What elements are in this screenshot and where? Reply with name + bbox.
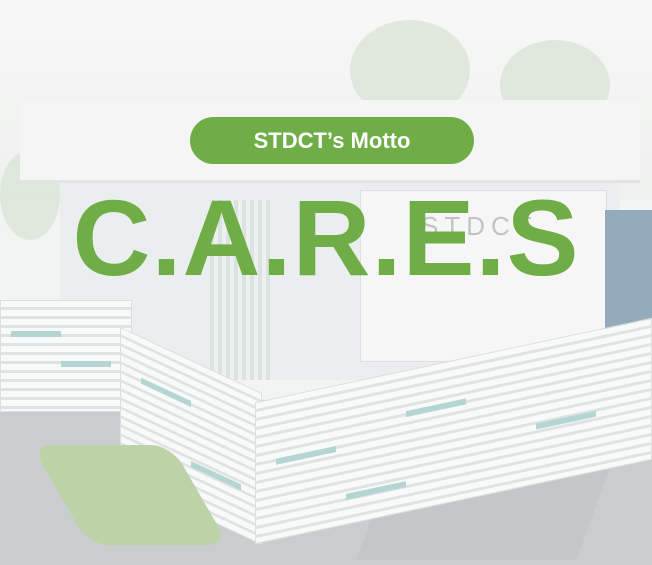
motto-heading: C.A.R.E.S: [72, 177, 580, 298]
motto-label-badge: STDCT’s Motto: [190, 117, 474, 164]
